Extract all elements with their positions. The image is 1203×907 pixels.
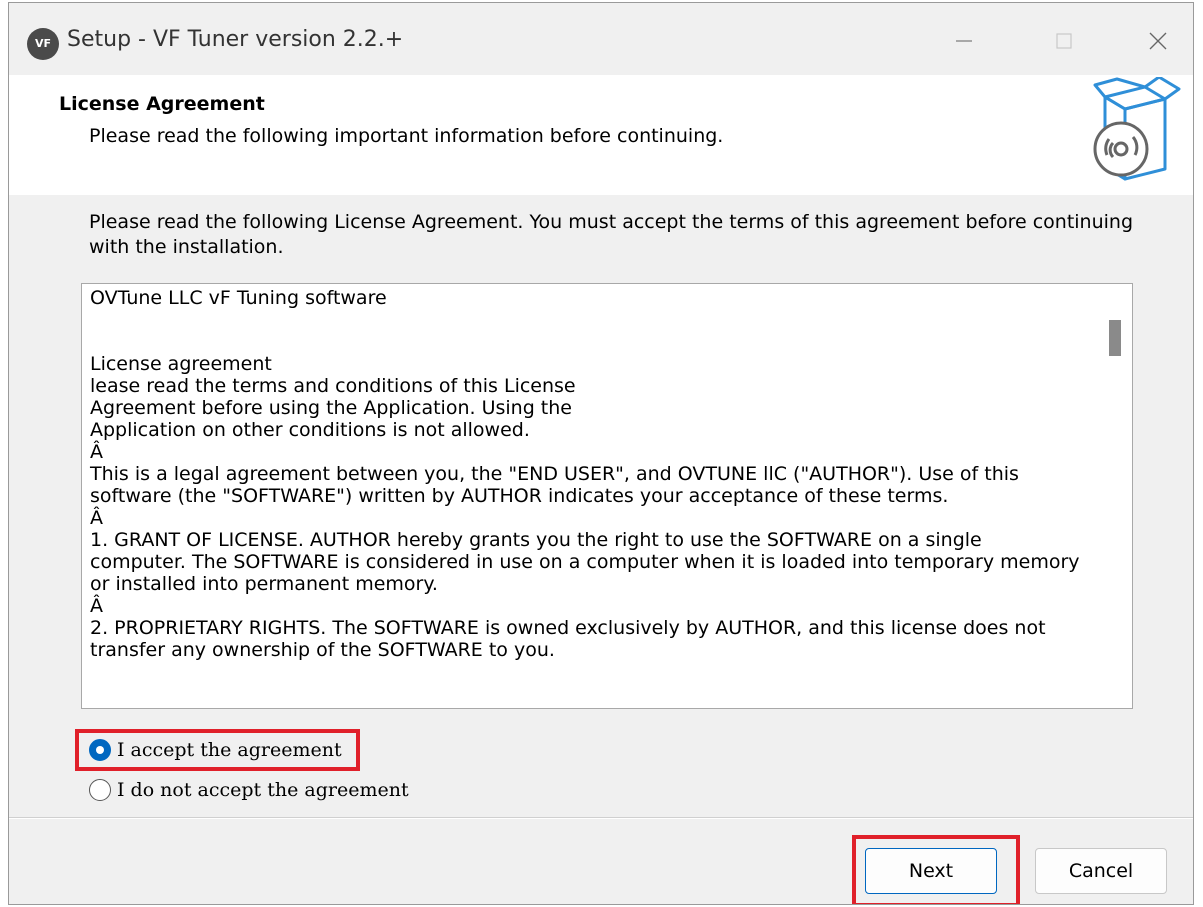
intro-text: Please read the following License Agreem… bbox=[89, 211, 1134, 258]
setup-window: VF Setup - VF Tuner version 2.2.+ Licens… bbox=[8, 2, 1194, 905]
license-textbox[interactable]: OVTune LLC vF Tuning software License ag… bbox=[81, 283, 1133, 709]
page-subtitle: Please read the following important info… bbox=[89, 125, 724, 147]
maximize-icon bbox=[1056, 33, 1072, 49]
maximize-button[interactable] bbox=[1041, 21, 1087, 61]
software-box-cd-icon bbox=[1093, 77, 1181, 181]
minimize-button[interactable] bbox=[941, 21, 987, 61]
license-scrollbar[interactable] bbox=[1102, 284, 1132, 708]
decline-agreement-label: I do not accept the agreement bbox=[117, 779, 409, 801]
footer-divider-highlight bbox=[9, 818, 1193, 819]
wizard-header: License Agreement Please read the follow… bbox=[9, 75, 1193, 195]
close-icon bbox=[1149, 32, 1167, 50]
next-highlight-box bbox=[852, 835, 1020, 904]
cancel-button[interactable]: Cancel bbox=[1035, 848, 1167, 894]
minimize-icon bbox=[956, 40, 972, 42]
scrollbar-thumb[interactable] bbox=[1109, 320, 1121, 356]
close-button[interactable] bbox=[1135, 21, 1181, 61]
wizard-body: Please read the following License Agreem… bbox=[9, 195, 1193, 817]
title-bar: VF Setup - VF Tuner version 2.2.+ bbox=[9, 3, 1193, 75]
decline-agreement-radio[interactable]: I do not accept the agreement bbox=[89, 775, 409, 805]
license-text: OVTune LLC vF Tuning software License ag… bbox=[90, 287, 1080, 661]
radio-unchecked-icon bbox=[89, 779, 111, 801]
app-icon: VF bbox=[27, 28, 59, 60]
accept-highlight-box bbox=[75, 729, 360, 771]
window-title: Setup - VF Tuner version 2.2.+ bbox=[67, 27, 404, 52]
page-title: License Agreement bbox=[59, 93, 265, 115]
